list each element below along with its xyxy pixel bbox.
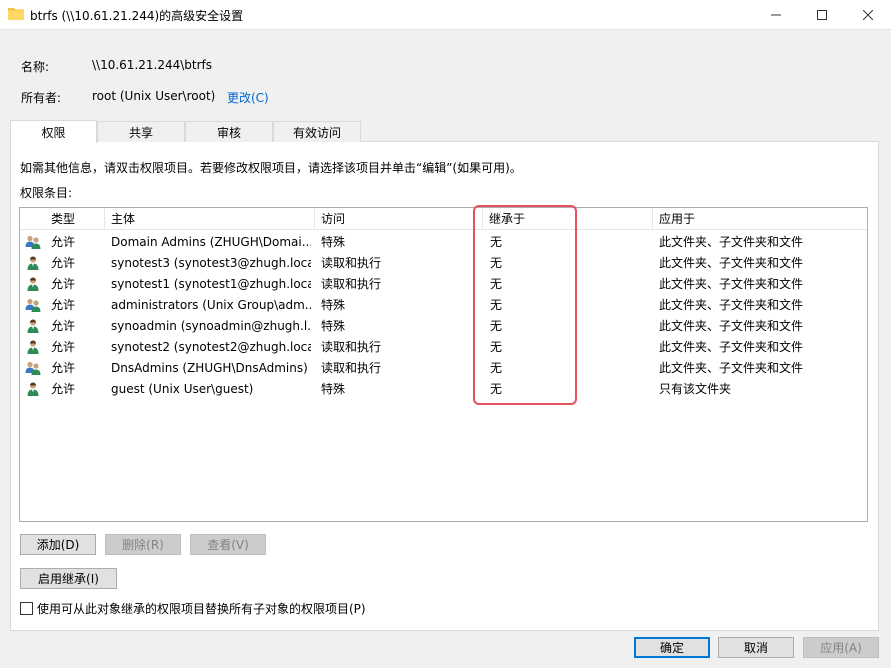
row-principal: synotest3 (synotest3@zhugh.local) (111, 256, 311, 270)
row-principal: guest (Unix User\guest) (111, 382, 254, 396)
tab-effective-access[interactable]: 有效访问 (273, 121, 361, 142)
row-access: 读取和执行 (321, 277, 382, 291)
row-applies-to: 只有该文件夹 (659, 382, 732, 396)
owner-label: 所有者: (21, 91, 62, 105)
row-applies-to: 此文件夹、子文件夹和文件 (659, 361, 804, 375)
row-applies-to: 此文件夹、子文件夹和文件 (659, 319, 804, 333)
minimize-icon (771, 14, 781, 16)
user-icon (25, 339, 41, 355)
row-inherited-from: 无 (490, 298, 503, 312)
row-applies-to: 此文件夹、子文件夹和文件 (659, 298, 804, 312)
change-owner-link[interactable]: 更改(C) (227, 89, 269, 106)
table-row[interactable]: 允许 administrators (Unix Group\adm... 特殊 无 此文… (20, 295, 867, 316)
table-row[interactable]: 允许 synotest3 (synotest3@zhugh.local) 读取和执行… (20, 253, 867, 274)
group-icon (25, 234, 41, 250)
row-principal: Domain Admins (ZHUGH\Domai... (111, 235, 311, 249)
maximize-icon (817, 10, 827, 20)
row-inherited-from: 无 (490, 382, 503, 396)
row-type: 允许 (51, 235, 76, 249)
row-applies-to: 此文件夹、子文件夹和文件 (659, 340, 804, 354)
tab-auditing[interactable]: 审核 (185, 121, 273, 142)
row-type: 允许 (51, 382, 76, 396)
column-principal[interactable]: 主体 (105, 208, 315, 230)
row-inherited-from: 无 (490, 256, 503, 270)
row-applies-to: 此文件夹、子文件夹和文件 (659, 256, 804, 270)
name-value: \\10.61.21.244\btrfs (92, 58, 213, 72)
row-inherited-from: 无 (490, 277, 503, 291)
enable-inheritance-button[interactable]: 启用继承(I) (20, 568, 117, 589)
apply-button[interactable]: 应用(A) (803, 637, 879, 658)
list-header: 类型 主体 访问 继承于 应用于 (20, 208, 867, 230)
row-inherited-from: 无 (490, 340, 503, 354)
group-icon (25, 360, 41, 376)
user-icon (25, 255, 41, 271)
row-principal: synoadmin (synoadmin@zhugh.l... (111, 319, 311, 333)
row-applies-to: 此文件夹、子文件夹和文件 (659, 235, 804, 249)
row-access: 读取和执行 (321, 340, 382, 354)
permission-entries-list[interactable]: 类型 主体 访问 继承于 应用于 允许 Domain Admins (ZHUGH\… (19, 207, 868, 522)
user-icon (25, 276, 41, 292)
table-row[interactable]: 允许 DnsAdmins (ZHUGH\DnsAdmins) 读取和执行 无 此文件夹、… (20, 358, 867, 379)
view-button[interactable]: 查看(V) (190, 534, 266, 555)
column-inherited-from[interactable]: 继承于 (483, 208, 653, 230)
table-row[interactable]: 允许 Domain Admins (ZHUGH\Domai... 特殊 无 此文件夹、子… (20, 232, 867, 253)
minimize-button[interactable] (753, 0, 799, 30)
table-row[interactable]: 允许 synotest2 (synotest2@zhugh.local) 读取和执行… (20, 337, 867, 358)
table-row[interactable]: 允许 synotest1 (synotest1@zhugh.local) 读取和执行… (20, 274, 867, 295)
window-title: btrfs (\\10.61.21.244)的高级安全设置 (30, 9, 244, 23)
row-principal: synotest1 (synotest1@zhugh.local) (111, 277, 311, 291)
name-label: 名称: (21, 60, 50, 74)
row-principal: DnsAdmins (ZHUGH\DnsAdmins) (111, 361, 308, 375)
group-icon (25, 297, 41, 313)
row-principal: administrators (Unix Group\adm... (111, 298, 311, 312)
row-principal: synotest2 (synotest2@zhugh.local) (111, 340, 311, 354)
close-icon (863, 10, 873, 20)
replace-child-permissions-checkbox[interactable] (20, 602, 33, 615)
row-inherited-from: 无 (490, 361, 503, 375)
add-button[interactable]: 添加(D) (20, 534, 96, 555)
row-access: 特殊 (321, 298, 346, 312)
row-type: 允许 (51, 277, 76, 291)
close-button[interactable] (845, 0, 891, 30)
user-icon (25, 381, 41, 397)
cancel-button[interactable]: 取消 (718, 637, 794, 658)
row-access: 特殊 (321, 235, 346, 249)
row-type: 允许 (51, 361, 76, 375)
owner-value: root (Unix User\root) (92, 89, 216, 103)
row-type: 允许 (51, 256, 76, 270)
row-applies-to: 此文件夹、子文件夹和文件 (659, 277, 804, 291)
replace-child-permissions-label: 使用可从此对象继承的权限项目替换所有子对象的权限项目(P) (37, 602, 366, 616)
row-access: 读取和执行 (321, 361, 382, 375)
tab-permissions[interactable]: 权限 (10, 120, 97, 143)
column-type[interactable]: 类型 (45, 208, 105, 230)
column-applies-to[interactable]: 应用于 (653, 208, 867, 230)
row-type: 允许 (51, 319, 76, 333)
row-type: 允许 (51, 298, 76, 312)
instructions-text: 如需其他信息，请双击权限项目。若要修改权限项目，请选择该项目并单击“编辑”(如果… (20, 161, 522, 175)
row-access: 特殊 (321, 319, 346, 333)
row-access: 特殊 (321, 382, 346, 396)
ok-button[interactable]: 确定 (634, 637, 710, 658)
tab-share[interactable]: 共享 (97, 121, 185, 142)
permission-entries-label: 权限条目: (20, 186, 73, 200)
remove-button[interactable]: 删除(R) (105, 534, 181, 555)
folder-icon (8, 8, 24, 20)
column-access[interactable]: 访问 (315, 208, 483, 230)
table-row[interactable]: 允许 guest (Unix User\guest) 特殊 无 只有该文件夹 (20, 379, 867, 400)
row-inherited-from: 无 (490, 235, 503, 249)
row-type: 允许 (51, 340, 76, 354)
user-icon (25, 318, 41, 334)
row-access: 读取和执行 (321, 256, 382, 270)
title-bar: btrfs (\\10.61.21.244)的高级安全设置 (0, 0, 891, 30)
maximize-button[interactable] (799, 0, 845, 30)
row-inherited-from: 无 (490, 319, 503, 333)
table-row[interactable]: 允许 synoadmin (synoadmin@zhugh.l... 特殊 无 此文件夹… (20, 316, 867, 337)
